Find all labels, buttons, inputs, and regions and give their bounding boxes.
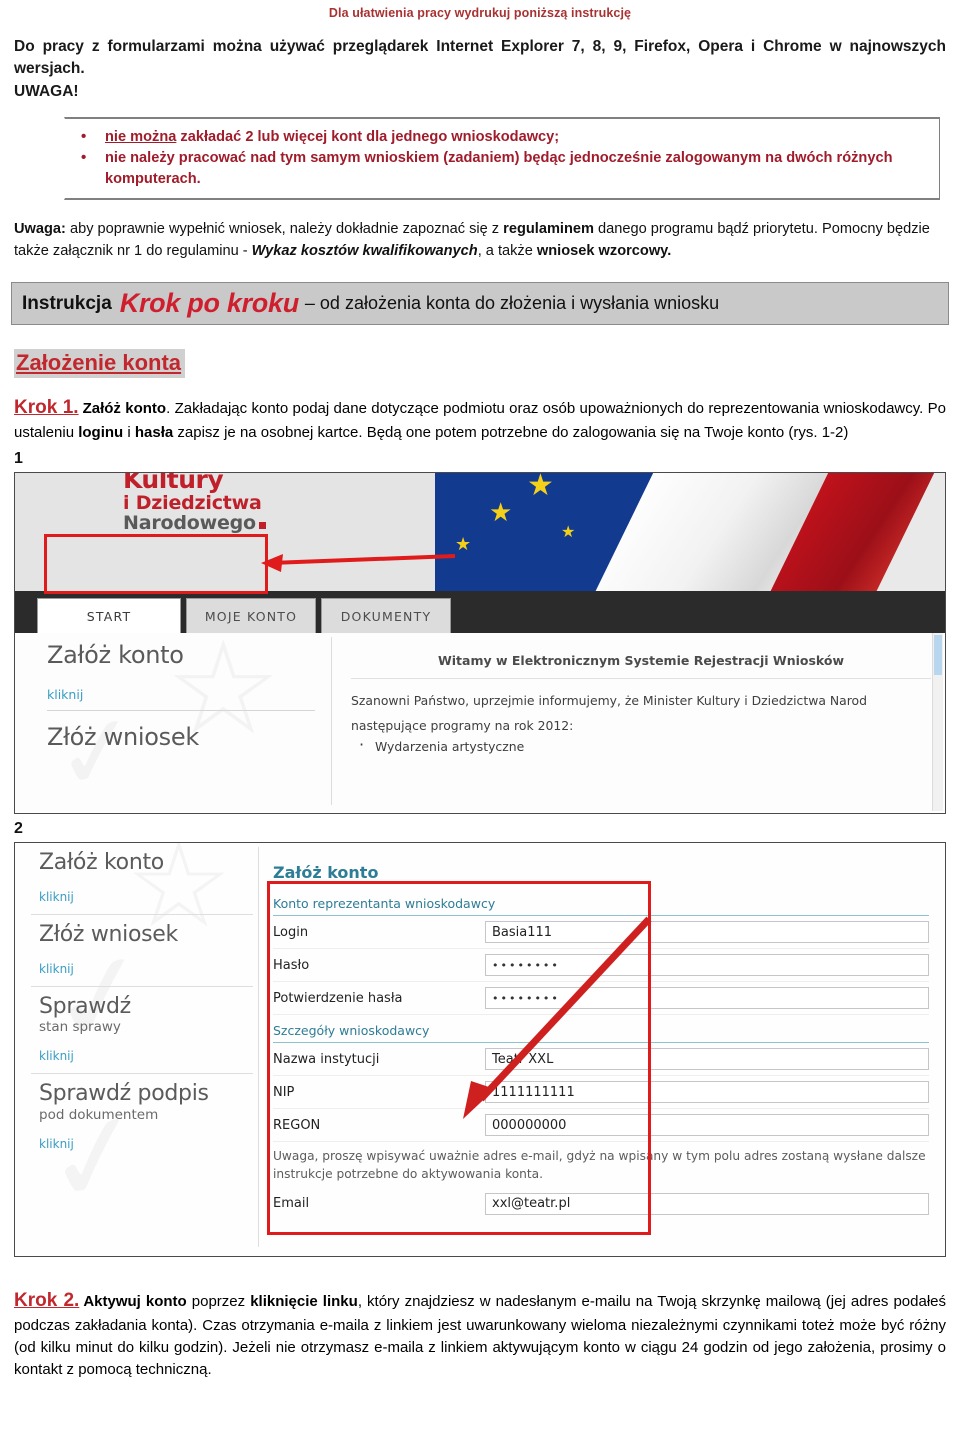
figure-1-left-panel: Załóż konto kliknij Złóż wniosek <box>33 639 319 761</box>
step-2-title: Aktywuj konto <box>83 1293 187 1311</box>
welcome-heading: Witamy w Elektronicznym Systemie Rejestr… <box>437 653 845 669</box>
warning-bullet-list: nie można zakładać 2 lub więcej kont dla… <box>69 126 929 190</box>
eu-star-icon: ★ <box>489 497 513 528</box>
page-scrollbar[interactable] <box>932 633 943 812</box>
card-zaloz-konto-title: Załóż konto <box>47 641 184 670</box>
form-label-email: Email <box>273 1196 310 1212</box>
warning-bullet-1-emphasis: nie można <box>105 129 177 145</box>
scrollbar-thumb[interactable] <box>934 635 942 676</box>
figure-2-sidebar: Załóż konto kliknij Złóż wniosek kliknij… <box>31 849 253 1166</box>
sidebar-item-zloz-wniosek-title: Złóż wniosek <box>39 921 178 947</box>
form-email-note: Uwaga, proszę wpisywać uważnie adres e-m… <box>273 1149 926 1181</box>
intro-uwaga-label: UWAGA! <box>14 83 79 100</box>
program-list-item-1: Wydarzenia artystyczne <box>351 735 931 754</box>
tab-moje-konto[interactable]: MOJE KONTO <box>186 598 316 634</box>
form-input-email[interactable]: xxl@teatr.pl <box>485 1192 929 1215</box>
eu-star-icon: ★ <box>527 473 554 503</box>
figure-1-number: 1 <box>14 450 23 468</box>
sidebar-item-zaloz-konto-link[interactable]: kliknij <box>39 890 253 904</box>
tab-dokumenty[interactable]: DOKUMENTY <box>321 598 451 634</box>
regulations-note: Uwaga: aby poprawnie wypełnić wniosek, n… <box>14 218 946 262</box>
card-zaloz-konto-link[interactable]: kliknij <box>47 687 319 702</box>
print-notice: Dla ułatwienia pracy wydrukuj poniższą i… <box>328 6 632 20</box>
tab-start-label: START <box>86 608 132 624</box>
tab-start[interactable]: START <box>37 598 181 634</box>
intro-browsers-text: Do pracy z formularzami można używać prz… <box>14 38 946 77</box>
step-2-paragraph: Krok 2. Aktywuj konto poprzez kliknięcie … <box>14 1287 946 1381</box>
logo-line-1: Kultury <box>123 473 224 495</box>
step-1-title: Załóż konto <box>82 400 167 418</box>
sidebar-item-sprawdz-podpis-link[interactable]: kliknij <box>39 1137 253 1151</box>
warning-bullet-2-text: nie należy pracować nad tym samym wniosk… <box>105 150 893 187</box>
card-zloz-wniosek-title: Złóż wniosek <box>47 723 199 752</box>
figure-2-column-divider <box>258 847 259 1248</box>
warning-box: nie można zakładać 2 lub więcej kont dla… <box>64 117 940 200</box>
figure-2-screenshot: ☆ ✓ ✓ Załóż konto kliknij Złóż wniosek k… <box>14 842 946 1258</box>
step-1-label: Krok 1. <box>14 397 79 419</box>
annotation-highlight-box <box>44 534 268 595</box>
note-label: Uwaga: <box>14 221 66 237</box>
step-1-bold-haslo: hasła <box>134 424 174 442</box>
eu-star-icon: ★ <box>561 524 576 542</box>
sidebar-item-sprawdz-title: Sprawdź <box>39 993 131 1019</box>
card-zloz-wniosek[interactable]: Złóż wniosek <box>33 721 319 761</box>
ministry-logo: Kultury i Dziedzictwa Narodowego <box>123 473 266 533</box>
eu-star-icon: ★ <box>455 534 472 555</box>
intro-paragraph: Do pracy z formularzami można używać prz… <box>14 36 946 103</box>
figure-2-number: 2 <box>14 820 23 838</box>
form-row-email: Email xxl@teatr.pl <box>273 1188 929 1220</box>
warning-bullet-1: nie można zakładać 2 lub więcej kont dla… <box>81 126 929 148</box>
warning-bullet-1-text: zakładać 2 lub więcej kont dla jednego w… <box>176 129 560 145</box>
logo-line-2: i Dziedzictwa <box>123 491 262 514</box>
sidebar-item-zaloz-konto[interactable]: Załóż konto kliknij <box>31 849 253 915</box>
figure-1-page-body: ☆ ✓ Załóż konto kliknij Złóż wniosek Wit… <box>15 633 945 812</box>
sidebar-item-zaloz-konto-title: Załóż konto <box>39 850 164 876</box>
figure-1-right-panel: Witamy w Elektronicznym Systemie Rejestr… <box>351 641 931 754</box>
section-heading-zalozenie-konta: Założenie konta <box>14 349 186 379</box>
note-part3: , a także <box>477 243 537 260</box>
figure-1-column-divider <box>331 637 332 806</box>
note-part1: aby poprawnie wypełnić wniosek, należy d… <box>65 221 504 237</box>
sidebar-item-sprawdz-podpis[interactable]: Sprawdź podpis pod dokumentem kliknij <box>31 1080 253 1160</box>
step-2-text-1: poprzez <box>186 1293 251 1311</box>
announcement-paragraph-2: następujące programy na rok 2012: <box>351 718 574 734</box>
banner-label: Instrukcja <box>22 292 112 314</box>
sidebar-item-sprawdz-podpis-subtitle: pod dokumentem <box>39 1106 159 1123</box>
figure-2-page-body: ☆ ✓ ✓ Załóż konto kliknij Złóż wniosek k… <box>15 843 945 1257</box>
sidebar-item-zloz-wniosek[interactable]: Złóż wniosek kliknij <box>31 921 253 987</box>
announcement-paragraph-1: Szanowni Państwo, uprzejmie informujemy,… <box>351 693 867 709</box>
note-italic-wykaz: Wykaz kosztów kwalifikowanych <box>251 243 478 260</box>
logo-dot-icon <box>258 521 266 529</box>
welcome-divider <box>351 678 931 680</box>
card-divider <box>47 710 315 712</box>
sidebar-item-sprawdz-link[interactable]: kliknij <box>39 1049 253 1063</box>
figure-1-navigation-bar: START MOJE KONTO DOKUMENTY <box>15 591 945 634</box>
step-1-paragraph: Krok 1. Załóż konto. Zakładając konto pod… <box>14 394 946 444</box>
instruction-banner: Instrukcja Krok po kroku – od założenia … <box>11 282 949 326</box>
warning-bullet-2: nie należy pracować nad tym samym wniosk… <box>81 147 929 190</box>
banner-title: Krok po kroku <box>119 288 299 319</box>
sidebar-item-sprawdz-subtitle: stan sprawy <box>39 1019 121 1036</box>
note-bold-regulamin: regulaminem <box>503 221 594 237</box>
sidebar-item-sprawdz-podpis-title: Sprawdź podpis <box>39 1081 209 1107</box>
annotation-arrow-icon <box>463 916 652 1120</box>
note-bold-wniosek: wniosek wzorcowy. <box>536 243 672 260</box>
form-title: Załóż konto <box>273 863 379 883</box>
figure-1-screenshot: Kultury i Dziedzictwa Narodowego ★ ★ ★ ★… <box>14 472 946 815</box>
tab-moje-konto-label: MOJE KONTO <box>204 608 298 624</box>
sidebar-item-zloz-wniosek-link[interactable]: kliknij <box>39 962 253 976</box>
step-2-bold-link: kliknięcie linku <box>250 1293 358 1311</box>
annotation-arrow-icon <box>261 554 456 573</box>
step-1-bold-login: loginu <box>78 424 124 442</box>
logo-line-3: Narodowego <box>123 511 256 534</box>
card-zaloz-konto[interactable]: Załóż konto kliknij <box>33 639 319 721</box>
step-1-text-2: i <box>123 424 135 442</box>
sidebar-item-sprawdz-stan-sprawy[interactable]: Sprawdź stan sprawy kliknij <box>31 993 253 1075</box>
step-1-text-3: zapisz je na osobnej kartce. Będą one po… <box>173 424 849 442</box>
banner-subtitle: – od założenia konta do złożenia i wysła… <box>304 293 720 314</box>
tab-dokumenty-label: DOKUMENTY <box>340 608 432 624</box>
step-2-label: Krok 2. <box>14 1290 80 1312</box>
eu-poland-flag-banner-image: ★ ★ ★ ★ <box>435 473 945 592</box>
